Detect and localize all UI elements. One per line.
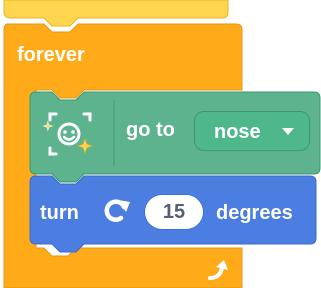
loop-arrow-icon [208, 260, 228, 280]
chevron-down-icon [282, 128, 294, 135]
degrees-input[interactable]: 15 [144, 194, 204, 230]
previous-block[interactable] [3, 0, 229, 27]
turn-label: turn [40, 202, 79, 224]
forever-label: forever [17, 44, 85, 66]
degrees-label: degrees [216, 202, 293, 224]
dropdown-value: nose [214, 121, 261, 143]
rotate-right-icon [104, 199, 130, 222]
target-dropdown[interactable]: nose [194, 111, 310, 151]
goto-label: go to [126, 119, 175, 141]
code-area: forever go to nose turn 15 degrees [0, 0, 321, 288]
degrees-value: 15 [162, 201, 186, 223]
face-sensing-icon [42, 112, 94, 156]
